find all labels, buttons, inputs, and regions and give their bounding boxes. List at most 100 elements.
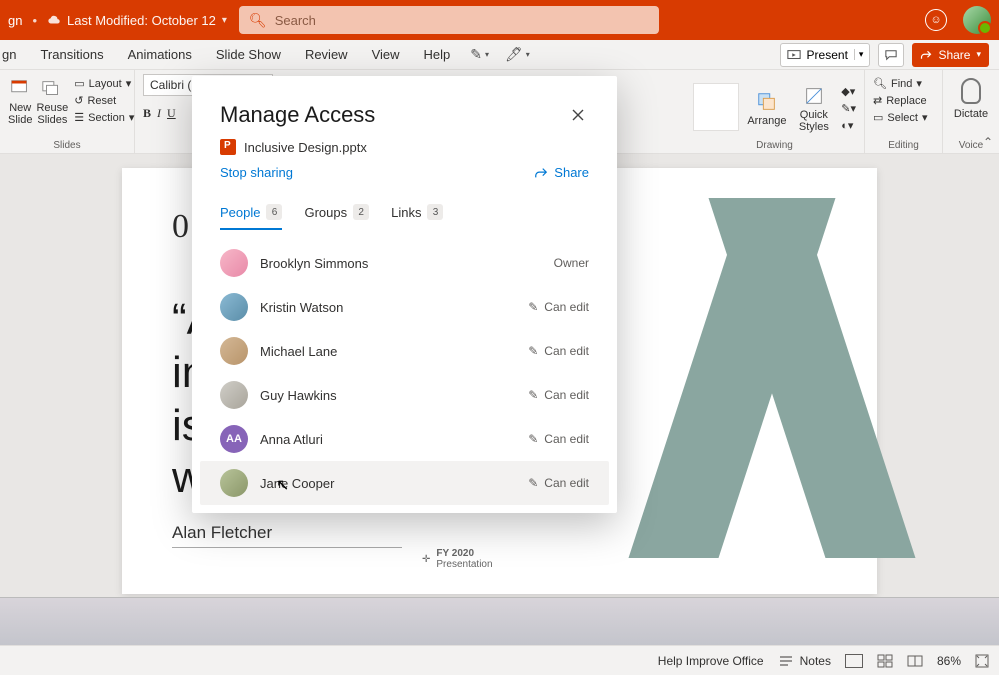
tab-links[interactable]: Links 3 [391,204,443,230]
sorter-view-button[interactable] [877,654,893,668]
italic-button[interactable]: I [157,106,161,121]
person-role-dropdown[interactable]: ✎Can edit [528,300,589,314]
pencil-icon: ✎ [528,344,538,358]
reset-button[interactable]: ↺ Reset [72,93,136,108]
shape-style-stack: ◆▾ ✎▾ ◐▾ [841,82,856,133]
notes-icon [778,655,794,667]
tab-animations[interactable]: Animations [116,40,204,69]
reading-view-button[interactable] [907,654,923,668]
last-modified-dropdown[interactable]: Last Modified: October 12 ▾ [47,13,227,28]
zoom-level[interactable]: 86% [937,654,961,668]
feedback-icon[interactable]: ☺ [925,9,947,31]
person-role-dropdown[interactable]: ✎Can edit [528,344,589,358]
slide-options-stack: ▭ Layout ▾ ↺ Reset ☰ Section ▾ [72,74,136,125]
tab-groups[interactable]: Groups 2 [304,204,369,230]
arrange-button[interactable]: Arrange [747,87,786,127]
dialog-title: Manage Access [220,102,375,128]
person-name: Kristin Watson [260,300,343,315]
tab-view[interactable]: View [360,40,412,69]
shapes-gallery[interactable] [693,83,739,131]
replace-button[interactable]: ⇄ Replace [873,93,928,108]
person-row[interactable]: Kristin Watson ✎Can edit [200,285,609,329]
section-button[interactable]: ☰ Section ▾ [72,110,136,125]
person-avatar [220,293,248,321]
close-button[interactable] [567,102,589,131]
links-count-badge: 3 [427,204,443,220]
sorter-icon [877,654,893,668]
pencil-icon: ✎ [528,388,538,402]
shape-effects-button[interactable]: ◐▾ [841,118,856,133]
comments-toggle-button[interactable] [878,43,904,67]
find-button[interactable]: 🔍︎ Find ▾ [873,76,928,91]
person-row[interactable]: Michael Lane ✎Can edit [200,329,609,373]
person-role-dropdown[interactable]: ✎Can edit [528,432,589,446]
help-improve-link[interactable]: Help Improve Office [658,654,764,668]
collapse-ribbon-button[interactable]: ⌃ [983,135,993,149]
person-row[interactable]: AA Anna Atluri ✎Can edit [200,417,609,461]
tab-help[interactable]: Help [412,40,463,69]
underline-button[interactable]: U [167,106,176,121]
ribbon-group-drawing: Arrange Quick Styles ◆▾ ✎▾ ◐▾ Drawing [685,70,865,153]
tab-people[interactable]: People 6 [220,204,282,230]
group-label-slides: Slides [8,140,126,153]
quick-styles-icon [803,85,825,107]
stop-sharing-link[interactable]: Stop sharing [220,165,293,180]
present-icon [787,49,801,61]
title-bar: gn • Last Modified: October 12 ▾ 🔍︎ ☺ [0,0,999,40]
person-row[interactable]: Brooklyn Simmons Owner [200,241,609,285]
person-avatar [220,381,248,409]
pen-tool-icon[interactable]: 🖊▾ [497,46,538,63]
share-link-button[interactable]: Share [534,165,589,180]
quick-styles-button[interactable]: Quick Styles [794,81,833,133]
shape-fill-button[interactable]: ◆▾ [841,84,856,99]
tab-slide-show[interactable]: Slide Show [204,40,293,69]
person-avatar: AA [220,425,248,453]
person-name: Anna Atluri [260,432,323,447]
person-row[interactable]: Jane Cooper ✎Can edit ↖ [200,461,609,505]
slide-author: Alan Fletcher [172,523,402,548]
person-role-dropdown[interactable]: ✎Can edit [528,476,589,490]
shape-outline-button[interactable]: ✎▾ [841,101,856,116]
dictate-button[interactable]: Dictate [951,74,991,120]
cloud-check-icon [47,13,61,27]
person-role-dropdown[interactable]: ✎Can edit [528,388,589,402]
tab-design[interactable]: gn [0,40,28,69]
dialog-header: Manage Access [192,76,617,137]
search-icon: 🔍︎ [249,12,267,29]
tab-transitions[interactable]: Transitions [28,40,115,69]
layout-button[interactable]: ▭ Layout ▾ [72,76,136,91]
title-left: gn • Last Modified: October 12 ▾ [8,13,227,28]
dictate-label: Dictate [954,108,988,120]
dialog-filename: Inclusive Design.pptx [244,140,367,155]
separator-dot: • [32,13,37,28]
search-box[interactable]: 🔍︎ [239,6,659,34]
ribbon-group-editing: 🔍︎ Find ▾ ⇄ Replace ▭ Select ▾ Editing [865,70,943,153]
app-name-suffix: gn [8,13,22,28]
person-avatar [220,337,248,365]
ink-tool-icon[interactable]: ✎▾ [462,46,497,63]
desktop-background [0,597,999,645]
share-button[interactable]: Share ▾ [912,43,989,67]
person-name: Guy Hawkins [260,388,337,403]
fit-to-window-button[interactable] [975,654,989,668]
new-slide-label: New Slide [8,102,32,126]
search-input[interactable] [275,13,649,28]
person-row[interactable]: Guy Hawkins ✎Can edit [200,373,609,417]
tab-review[interactable]: Review [293,40,360,69]
quick-styles-label: Quick Styles [794,109,833,133]
dialog-actions: Stop sharing Share [192,155,617,186]
notes-toggle[interactable]: Notes [778,654,831,668]
reuse-slides-button[interactable]: Reuse Slides [36,74,68,126]
ribbon-group-slides: New Slide Reuse Slides ▭ Layout ▾ ↺ Rese… [0,70,135,153]
slide-decoration [677,198,877,558]
slide-footer: ✛ FY 2020 Presentation [422,548,493,570]
present-button[interactable]: Present ▾ [780,43,871,67]
person-name: Brooklyn Simmons [260,256,368,271]
user-avatar[interactable] [963,6,991,34]
new-slide-button[interactable]: New Slide [8,74,32,126]
status-bar: Help Improve Office Notes 86% [0,645,999,675]
normal-view-button[interactable] [845,654,863,668]
select-button[interactable]: ▭ Select ▾ [873,110,928,125]
bold-button[interactable]: B [143,106,151,121]
title-right: ☺ [925,6,991,34]
